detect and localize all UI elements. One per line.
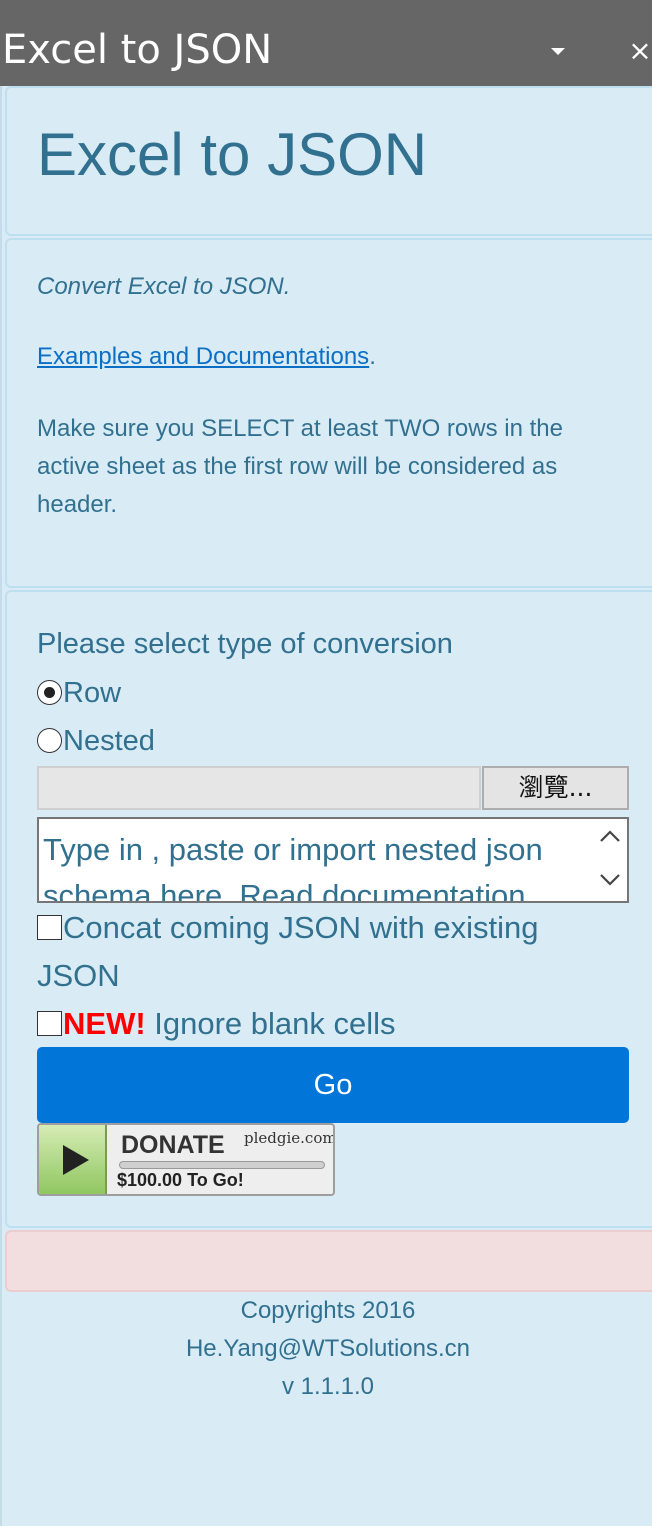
file-path-input[interactable] [37,766,481,810]
scroll-down-icon[interactable] [599,873,621,887]
donate-label: DONATE [121,1131,225,1159]
go-button[interactable]: Go [37,1047,629,1123]
close-icon[interactable]: × [628,36,652,66]
donate-play-area [39,1125,107,1194]
donation-goal: $100.00 To Go! [117,1170,244,1190]
schema-placeholder: Type in , paste or import nested json sc… [43,832,543,903]
browse-button[interactable]: 瀏覽... [482,766,629,810]
selection-note: Make sure you SELECT at least TWO rows i… [37,415,563,518]
ignore-blank-option[interactable]: NEW! Ignore blank cells [37,1000,396,1048]
nested-schema-textarea[interactable]: Type in , paste or import nested json sc… [37,817,629,903]
ignore-blank-checkbox[interactable] [37,1011,62,1036]
tagline: Convert Excel to JSON. [37,273,291,300]
title-bar: Excel to JSON × [0,0,652,86]
window-title: Excel to JSON [2,27,273,73]
concat-label: Concat coming JSON with existing JSON [37,910,539,993]
alert-panel [5,1230,652,1292]
radio-button-nested[interactable] [37,728,62,753]
documentation-link[interactable]: Examples and Documentations [37,343,369,370]
page-title: Excel to JSON [37,121,428,188]
contact-email: He.Yang@WTSolutions.cn [185,1335,471,1362]
concat-checkbox[interactable] [37,915,62,940]
chevron-down-icon[interactable] [551,48,565,55]
doc-link-suffix: . [369,343,376,370]
donate-button[interactable]: DONATE pledgie.com $100.00 To Go! [37,1123,335,1196]
task-pane: Excel to JSON Convert Excel to JSON. Exa… [0,86,652,1526]
version-text: v 1.1.1.0 [281,1373,375,1400]
concat-json-option[interactable]: Concat coming JSON with existing JSON [37,904,597,1000]
copyright-text: Copyrights 2016 [240,1297,416,1324]
donation-progress-bar [119,1161,325,1169]
textarea-scrollbar[interactable] [593,819,627,901]
radio-row-option[interactable]: Row [37,673,121,713]
scroll-up-icon[interactable] [599,829,621,843]
ignore-blank-label: Ignore blank cells [145,1006,396,1041]
doc-link-line: Examples and Documentations. [37,338,376,376]
radio-nested-label: Nested [63,725,155,757]
conversion-type-label: Please select type of conversion [37,628,453,660]
pledgie-logo: pledgie.com [244,1129,335,1147]
radio-row-label: Row [63,677,122,709]
play-icon [63,1145,89,1175]
new-badge: NEW! [63,1006,146,1041]
radio-nested-option[interactable]: Nested [37,721,155,761]
radio-button-row[interactable] [37,680,62,705]
